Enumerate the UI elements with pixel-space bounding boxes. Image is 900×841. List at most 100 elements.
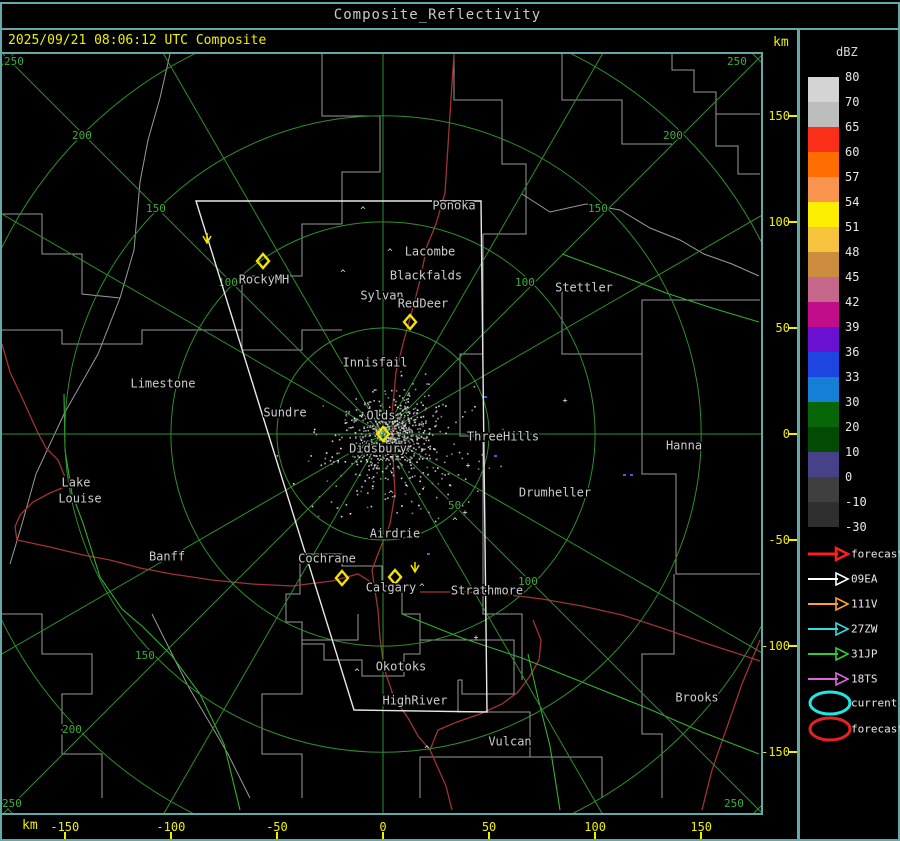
clutter-speckle bbox=[402, 433, 405, 436]
clutter-speckle bbox=[481, 454, 484, 456]
clutter-speckle bbox=[403, 399, 406, 402]
clutter-speckle bbox=[419, 480, 421, 483]
clutter-speckle bbox=[428, 433, 431, 435]
clutter-speckle bbox=[391, 455, 394, 458]
bottom-axis-tick-mark bbox=[169, 832, 172, 839]
county-boundary-line bbox=[2, 613, 103, 798]
clutter-speckle bbox=[447, 426, 450, 429]
dbz-scale-box bbox=[808, 202, 839, 227]
clutter-speckle bbox=[355, 418, 358, 421]
clutter-speckle bbox=[408, 395, 411, 397]
radar-map-canvas[interactable]: 250 200 150 100 250 200 150 100 150 200 250 50 100 25… bbox=[0, 0, 900, 841]
dbz-scale-label: 42 bbox=[845, 295, 860, 309]
clutter-speckle bbox=[408, 412, 411, 415]
clutter-speckle bbox=[403, 417, 406, 419]
clutter-speckle bbox=[387, 437, 390, 439]
dbz-scale-label: 60 bbox=[845, 145, 860, 159]
clutter-speckle bbox=[364, 480, 367, 482]
clutter-speckle bbox=[394, 438, 397, 441]
range-ring-label: 200 bbox=[72, 129, 92, 142]
right-axis-tick-label: -50 bbox=[768, 533, 790, 548]
yellow-arrow-mark-icon bbox=[410, 562, 420, 574]
dbz-scale-label: 10 bbox=[845, 445, 860, 459]
clutter-speckle bbox=[390, 471, 393, 474]
clutter-speckle bbox=[420, 436, 423, 438]
azimuth-radial-300deg bbox=[0, 212, 384, 435]
clutter-speckle bbox=[403, 428, 406, 431]
clutter-speckle bbox=[443, 461, 446, 464]
county-boundary-line bbox=[561, 54, 672, 145]
clutter-speckle bbox=[396, 420, 399, 423]
clutter-speckle bbox=[324, 457, 327, 460]
clutter-speckle bbox=[428, 454, 431, 457]
clutter-speckle bbox=[376, 472, 378, 474]
clutter-speckle bbox=[395, 414, 397, 417]
timestamp-label: 2025/09/21 08:06:12 UTC Composite bbox=[8, 33, 267, 48]
dbz-scale-box bbox=[808, 152, 839, 177]
clutter-speckle bbox=[398, 435, 400, 437]
clutter-speckle bbox=[276, 455, 279, 457]
clutter-speckle bbox=[388, 428, 391, 430]
clutter-speckle bbox=[344, 461, 347, 463]
clutter-speckle bbox=[404, 481, 407, 484]
clutter-speckle bbox=[385, 467, 388, 469]
clutter-speckle bbox=[361, 456, 364, 459]
clutter-speckle bbox=[409, 458, 411, 461]
dbz-scale-box bbox=[808, 402, 839, 427]
clutter-speckle bbox=[437, 517, 440, 520]
clutter-speckle bbox=[338, 452, 340, 455]
clutter-speckle bbox=[414, 407, 417, 410]
clutter-speckle bbox=[369, 434, 371, 437]
clutter-speckle bbox=[407, 414, 409, 417]
clutter-speckle bbox=[340, 474, 343, 477]
clutter-speckle bbox=[398, 437, 401, 440]
clutter-speckle bbox=[414, 388, 417, 391]
clutter-speckle bbox=[407, 417, 410, 419]
clutter-speckle bbox=[404, 408, 407, 410]
clutter-speckle bbox=[396, 511, 398, 514]
clutter-speckle bbox=[368, 405, 371, 408]
clutter-speckle bbox=[400, 455, 403, 458]
clutter-speckle bbox=[449, 484, 452, 487]
clutter-speckle bbox=[406, 394, 409, 397]
clutter-speckle bbox=[388, 459, 390, 462]
dbz-scale-box bbox=[808, 377, 839, 402]
clutter-speckle bbox=[405, 402, 407, 404]
clutter-speckle bbox=[407, 401, 410, 403]
clutter-speckle bbox=[427, 473, 429, 476]
clutter-speckle bbox=[401, 422, 403, 425]
clutter-speckle bbox=[366, 506, 369, 509]
clutter-speckle bbox=[369, 461, 372, 463]
clutter-speckle bbox=[338, 438, 341, 441]
clutter-speckle bbox=[416, 409, 419, 411]
clutter-speckle bbox=[439, 430, 442, 433]
clutter-speckle bbox=[412, 434, 414, 437]
clutter-speckle bbox=[416, 461, 418, 464]
clutter-speckle bbox=[336, 452, 339, 455]
clutter-speckle bbox=[387, 397, 390, 399]
clutter-speckle bbox=[488, 467, 491, 470]
dbz-scale-box bbox=[808, 427, 839, 452]
right-axis-tick-mark bbox=[789, 114, 797, 117]
clutter-speckle bbox=[367, 403, 370, 406]
clutter-speckle bbox=[426, 457, 428, 460]
clutter-speckle bbox=[361, 411, 364, 414]
dbz-scale-label: 48 bbox=[845, 245, 860, 259]
clutter-speckle bbox=[427, 394, 430, 397]
clutter-speckle bbox=[398, 395, 401, 397]
clutter-speckle bbox=[386, 457, 388, 460]
clutter-speckle bbox=[376, 423, 379, 425]
dbz-scale-label: 51 bbox=[845, 220, 860, 234]
clutter-speckle bbox=[419, 507, 422, 510]
dbz-scale-box bbox=[808, 102, 839, 127]
clutter-speckle bbox=[437, 467, 439, 469]
clutter-speckle bbox=[380, 432, 383, 435]
city-label: Sundre bbox=[263, 406, 306, 420]
city-label: Airdrie bbox=[370, 527, 421, 541]
clutter-speckle bbox=[428, 511, 430, 514]
clutter-speckle bbox=[363, 403, 366, 406]
clutter-speckle bbox=[390, 470, 392, 473]
bottom-axis-tick-mark bbox=[594, 832, 597, 839]
clutter-speckle bbox=[411, 476, 414, 478]
clutter-speckle bbox=[396, 432, 398, 435]
